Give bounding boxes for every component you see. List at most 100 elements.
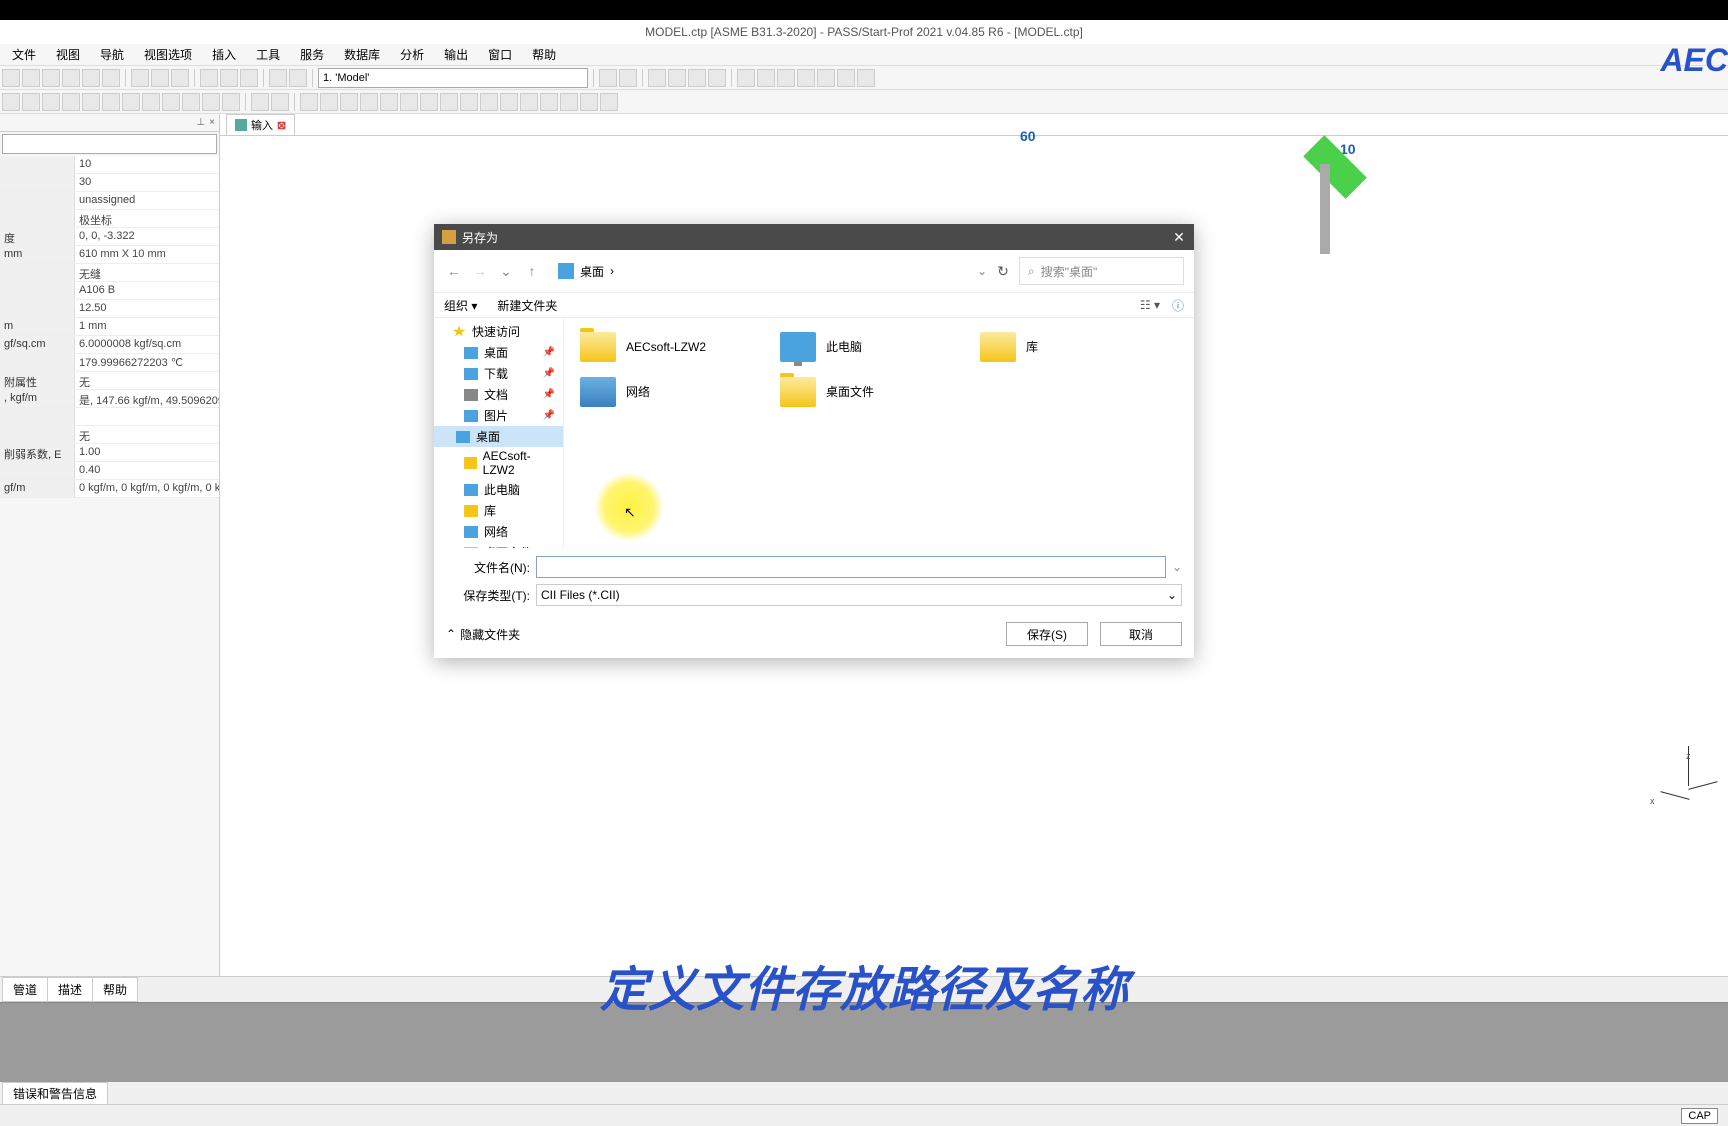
prop-value[interactable] (75, 408, 219, 425)
tb-btn[interactable] (300, 93, 318, 111)
menu-database[interactable]: 数据库 (334, 46, 390, 63)
hide-folders-toggle[interactable]: ⌃ 隐藏文件夹 (446, 626, 520, 643)
menu-window[interactable]: 窗口 (478, 46, 522, 63)
sidebar-desktop-files[interactable]: 桌面文件 (434, 542, 563, 548)
file-item-thispc[interactable]: 此电脑 (774, 324, 974, 369)
menu-output[interactable]: 输出 (434, 46, 478, 63)
tb-btn[interactable] (460, 93, 478, 111)
menu-viewopt[interactable]: 视图选项 (134, 46, 202, 63)
tb-btn[interactable] (131, 69, 149, 87)
prop-value[interactable]: 无缝 (75, 264, 219, 281)
tb-btn[interactable] (400, 93, 418, 111)
tb-btn[interactable] (737, 69, 755, 87)
history-dropdown[interactable]: ⌄ (496, 261, 516, 281)
tb-btn[interactable] (82, 93, 100, 111)
prop-value[interactable]: 是, 147.66 kgf/m, 49.50962097 (75, 390, 219, 407)
cancel-button[interactable]: 取消 (1100, 622, 1182, 646)
tb-btn[interactable] (480, 93, 498, 111)
prop-value[interactable]: 极坐标 (75, 210, 219, 227)
tb-btn[interactable] (600, 93, 618, 111)
prop-value[interactable]: 0, 0, -3.322 (75, 228, 219, 245)
tb-btn[interactable] (540, 93, 558, 111)
tb-btn[interactable] (220, 69, 238, 87)
menu-file[interactable]: 文件 (2, 46, 46, 63)
menu-help[interactable]: 帮助 (522, 46, 566, 63)
tb-btn[interactable] (360, 93, 378, 111)
up-button[interactable]: ↑ (522, 261, 542, 281)
tab-pipe[interactable]: 管道 (2, 977, 48, 1002)
menu-insert[interactable]: 插入 (202, 46, 246, 63)
forward-button[interactable]: → (470, 261, 490, 281)
prop-value[interactable]: 0 kgf/m, 0 kgf/m, 0 kgf/m, 0 k (75, 480, 219, 497)
tb-btn[interactable] (797, 69, 815, 87)
file-item-deskfiles[interactable]: 桌面文件 (774, 369, 974, 414)
panel-close-icon[interactable]: × (209, 117, 215, 128)
sidebar-libraries[interactable]: 库 (434, 500, 563, 521)
tb-btn[interactable] (22, 69, 40, 87)
sidebar-downloads[interactable]: 下载📌 (434, 363, 563, 384)
breadcrumb[interactable]: 桌面 › ⌄ (548, 263, 987, 280)
sidebar-aecsoft[interactable]: AECsoft-LZW2 (434, 447, 563, 479)
tb-btn[interactable] (82, 69, 100, 87)
tb-btn[interactable] (151, 69, 169, 87)
tb-btn[interactable] (22, 93, 40, 111)
close-button[interactable]: ✕ (1164, 229, 1194, 246)
tb-btn[interactable] (817, 69, 835, 87)
prop-value[interactable]: 无 (75, 372, 219, 389)
tb-btn[interactable] (202, 93, 220, 111)
tb-btn[interactable] (222, 93, 240, 111)
tb-btn[interactable] (757, 69, 775, 87)
tab-desc[interactable]: 描述 (47, 977, 93, 1002)
prop-value[interactable]: 0.40 (75, 462, 219, 479)
tb-btn[interactable] (440, 93, 458, 111)
tb-btn[interactable] (599, 69, 617, 87)
file-list[interactable]: AECsoft-LZW2 此电脑 库 网络 桌面文件 ↖ (564, 318, 1194, 548)
prop-value[interactable]: A106 B (75, 282, 219, 299)
menu-tools[interactable]: 工具 (246, 46, 290, 63)
tb-btn[interactable] (102, 69, 120, 87)
sidebar-documents[interactable]: 文档📌 (434, 384, 563, 405)
tb-btn[interactable] (240, 69, 258, 87)
tb-btn[interactable] (420, 93, 438, 111)
prop-value[interactable]: 12.50 (75, 300, 219, 317)
tb-redo[interactable] (289, 69, 307, 87)
tb-btn[interactable] (619, 69, 637, 87)
prop-value[interactable]: 1.00 (75, 444, 219, 461)
prop-value[interactable]: unassigned (75, 192, 219, 209)
view-mode-button[interactable]: ☷ ▾ (1140, 298, 1160, 312)
prop-value[interactable]: 6.0000008 kgf/sq.cm (75, 336, 219, 353)
tab-errors[interactable]: 错误和警告信息 (2, 1082, 108, 1105)
tb-btn[interactable] (520, 93, 538, 111)
filetype-select[interactable]: CII Files (*.CII) ⌄ (536, 584, 1182, 606)
panel-selector[interactable] (2, 134, 217, 154)
prop-value[interactable]: 10 (75, 156, 219, 173)
tb-btn[interactable] (251, 93, 269, 111)
tb-btn[interactable] (122, 93, 140, 111)
refresh-button[interactable]: ↻ (993, 261, 1013, 281)
document-tab[interactable]: 输入 ⊠ (226, 114, 295, 135)
tb-btn[interactable] (142, 93, 160, 111)
sidebar-thispc[interactable]: 此电脑 (434, 479, 563, 500)
chevron-down-icon[interactable]: ⌄ (977, 264, 987, 278)
tb-btn[interactable] (837, 69, 855, 87)
tb-btn[interactable] (162, 93, 180, 111)
search-input[interactable]: ⌕ 搜索"桌面" (1019, 257, 1184, 285)
file-item-library[interactable]: 库 (974, 324, 1174, 369)
tb-btn[interactable] (102, 93, 120, 111)
prop-value[interactable]: 无 (75, 426, 219, 443)
tb-btn[interactable] (708, 69, 726, 87)
organize-button[interactable]: 组织 ▾ (444, 297, 477, 314)
filename-input[interactable] (536, 556, 1166, 578)
tb-undo[interactable] (269, 69, 287, 87)
tb-btn[interactable] (500, 93, 518, 111)
close-icon[interactable]: ⊠ (277, 119, 286, 132)
prop-value[interactable]: 1 mm (75, 318, 219, 335)
save-button[interactable]: 保存(S) (1006, 622, 1088, 646)
panel-pin-icon[interactable]: ⊥ (196, 117, 205, 128)
tb-btn[interactable] (42, 69, 60, 87)
sidebar-network[interactable]: 网络 (434, 521, 563, 542)
new-folder-button[interactable]: 新建文件夹 (497, 297, 557, 314)
tb-btn[interactable] (200, 69, 218, 87)
tb-btn[interactable] (2, 69, 20, 87)
help-button[interactable]: ⓘ (1172, 297, 1184, 314)
